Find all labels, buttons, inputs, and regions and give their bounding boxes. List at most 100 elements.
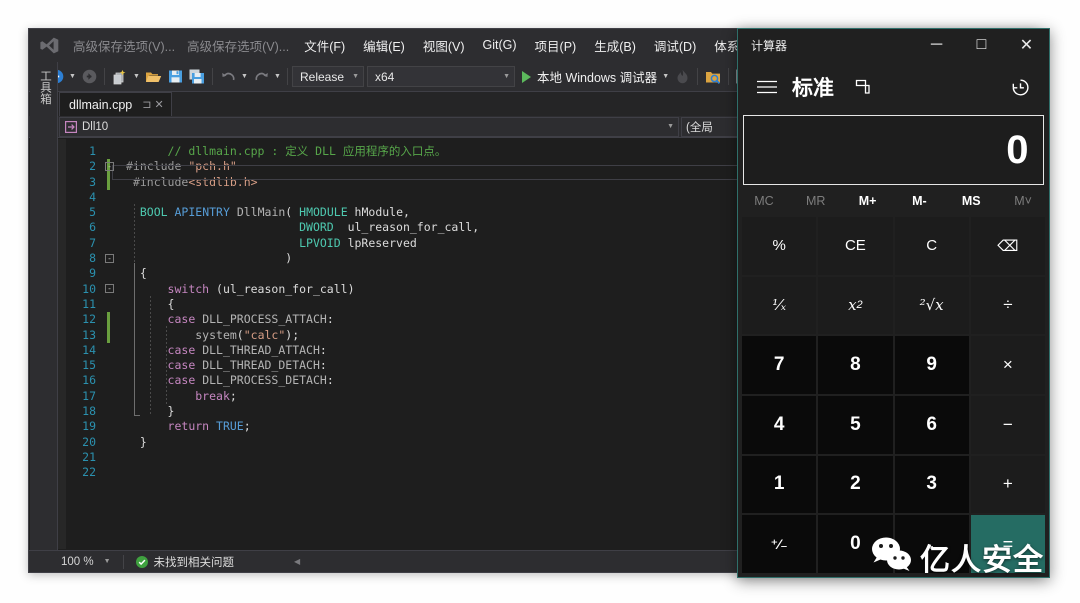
line-gutter[interactable] bbox=[104, 358, 126, 373]
navigate-forward-icon[interactable] bbox=[78, 66, 100, 88]
memory-button-m[interactable]: M+ bbox=[842, 194, 894, 208]
line-gutter[interactable] bbox=[104, 297, 126, 312]
key-multiply[interactable]: × bbox=[970, 336, 1045, 394]
redo-dropdown-icon[interactable]: ▼ bbox=[272, 66, 283, 88]
menu-item-debug[interactable]: 调试(D) bbox=[645, 32, 705, 59]
line-gutter[interactable] bbox=[104, 236, 126, 251]
key-five[interactable]: 5 bbox=[818, 396, 893, 454]
key-zero[interactable]: 0 bbox=[818, 515, 893, 573]
menu-item-edit[interactable]: 编辑(E) bbox=[354, 32, 414, 59]
line-number: 21 bbox=[82, 449, 96, 464]
key-seven[interactable]: 7 bbox=[742, 336, 817, 394]
chevron-down-icon: ▼ bbox=[667, 123, 674, 130]
minimize-icon[interactable]: ─ bbox=[914, 29, 959, 61]
status-issue-indicator[interactable]: 未找到相关问题 bbox=[135, 554, 235, 570]
key-square[interactable]: x2 bbox=[818, 276, 893, 335]
maximize-icon[interactable]: □ bbox=[959, 29, 1004, 61]
save-all-icon[interactable] bbox=[186, 66, 208, 88]
key-two[interactable]: 2 bbox=[818, 455, 893, 514]
save-icon[interactable] bbox=[164, 66, 186, 88]
toolbox-panel-tab[interactable]: 工具箱 bbox=[30, 62, 58, 572]
menu-item-file[interactable]: 文件(F) bbox=[295, 32, 354, 59]
fold-toggle-icon[interactable]: - bbox=[105, 253, 114, 263]
status-expand-icon[interactable]: ◀ bbox=[294, 557, 300, 566]
project-icon bbox=[64, 120, 77, 133]
menu-item-git[interactable]: Git(G) bbox=[474, 34, 526, 56]
line-number: 16 bbox=[82, 373, 96, 388]
key-clear[interactable]: C bbox=[894, 217, 969, 275]
line-gutter[interactable] bbox=[104, 190, 126, 205]
key-divide[interactable]: ÷ bbox=[970, 276, 1045, 335]
calculator-display[interactable]: 0 bbox=[743, 115, 1044, 185]
key-four[interactable]: 4 bbox=[742, 396, 817, 454]
change-marker bbox=[107, 174, 110, 190]
key-nine[interactable]: 9 bbox=[894, 336, 969, 394]
line-gutter[interactable]: - bbox=[104, 282, 126, 297]
line-gutter[interactable] bbox=[104, 373, 126, 388]
line-gutter[interactable] bbox=[104, 144, 126, 159]
fold-toggle-icon[interactable]: - bbox=[105, 161, 114, 171]
zoom-level-select[interactable]: 100 % ▼ bbox=[61, 552, 111, 572]
close-icon[interactable]: ✕ bbox=[154, 98, 163, 111]
key-add[interactable]: + bbox=[970, 455, 1045, 514]
key-reciprocal[interactable]: ¹⁄ₓ bbox=[742, 276, 817, 335]
menu-recent-command-2[interactable]: 高级保存选项(V)... bbox=[181, 33, 295, 58]
undo-icon[interactable] bbox=[217, 66, 239, 88]
redo-icon[interactable] bbox=[250, 66, 272, 88]
memory-button-ms[interactable]: MS bbox=[945, 194, 997, 208]
line-gutter[interactable] bbox=[104, 450, 126, 465]
keep-on-top-icon[interactable] bbox=[848, 73, 876, 101]
hot-reload-icon[interactable] bbox=[671, 66, 693, 88]
line-gutter[interactable] bbox=[104, 174, 126, 190]
menu-recent-command-1[interactable]: 高级保存选项(V)... bbox=[67, 33, 181, 58]
search-folder-icon[interactable] bbox=[702, 66, 724, 88]
line-gutter[interactable]: - bbox=[104, 159, 126, 175]
line-gutter[interactable] bbox=[104, 343, 126, 358]
new-project-dropdown-icon[interactable]: ▼ bbox=[131, 66, 142, 88]
status-message: 未找到相关问题 bbox=[153, 556, 235, 569]
line-gutter[interactable] bbox=[104, 419, 126, 434]
line-gutter[interactable] bbox=[104, 220, 126, 235]
line-gutter[interactable] bbox=[104, 465, 126, 480]
key-negate[interactable]: ⁺⁄₋ bbox=[742, 515, 817, 573]
project-scope-select[interactable]: Dll10 ▼ bbox=[59, 116, 679, 137]
solution-configuration-select[interactable]: Release ▼ bbox=[292, 66, 364, 87]
menu-item-build[interactable]: 生成(B) bbox=[585, 32, 645, 59]
fold-toggle-icon[interactable]: - bbox=[105, 284, 114, 294]
line-gutter[interactable] bbox=[104, 435, 126, 450]
line-gutter[interactable] bbox=[104, 312, 126, 328]
key-equals[interactable]: = bbox=[970, 515, 1045, 573]
key-eight[interactable]: 8 bbox=[818, 336, 893, 394]
line-number: 19 bbox=[82, 419, 96, 434]
line-gutter[interactable]: - bbox=[104, 251, 126, 266]
history-icon[interactable] bbox=[1003, 70, 1037, 104]
memory-button-m[interactable]: M- bbox=[893, 194, 945, 208]
key-decimal[interactable]: . bbox=[894, 515, 969, 573]
line-gutter[interactable] bbox=[104, 404, 126, 419]
start-debugging-button[interactable]: 本地 Windows 调试器 bbox=[518, 66, 660, 88]
line-gutter[interactable] bbox=[104, 205, 126, 220]
line-gutter[interactable] bbox=[104, 327, 126, 343]
key-backspace[interactable]: ⌫ bbox=[970, 217, 1045, 275]
undo-dropdown-icon[interactable]: ▼ bbox=[239, 66, 250, 88]
key-square-root[interactable]: ²√x bbox=[894, 276, 969, 335]
key-clear-entry[interactable]: CE bbox=[818, 217, 893, 275]
solution-platform-select[interactable]: x64 ▼ bbox=[367, 66, 515, 87]
menu-item-project[interactable]: 项目(P) bbox=[526, 32, 586, 59]
key-one[interactable]: 1 bbox=[742, 455, 817, 514]
key-six[interactable]: 6 bbox=[894, 396, 969, 454]
menu-item-view[interactable]: 视图(V) bbox=[414, 32, 474, 59]
pin-icon[interactable]: ⊐ bbox=[142, 98, 151, 111]
hamburger-menu-icon[interactable] bbox=[750, 70, 784, 104]
tab-dllmain-cpp[interactable]: dllmain.cpp ⊐ ✕ bbox=[59, 92, 172, 116]
navigate-backward-dropdown-icon[interactable]: ▼ bbox=[67, 66, 78, 88]
line-gutter[interactable] bbox=[104, 389, 126, 404]
key-three[interactable]: 3 bbox=[894, 455, 969, 514]
key-subtract[interactable]: − bbox=[970, 396, 1045, 454]
key-percent[interactable]: % bbox=[742, 217, 817, 275]
start-debugging-dropdown-icon[interactable]: ▼ bbox=[660, 66, 671, 88]
line-gutter[interactable] bbox=[104, 266, 126, 281]
close-icon[interactable]: ✕ bbox=[1004, 29, 1049, 61]
open-file-icon[interactable] bbox=[142, 66, 164, 88]
new-project-icon[interactable] bbox=[109, 66, 131, 88]
